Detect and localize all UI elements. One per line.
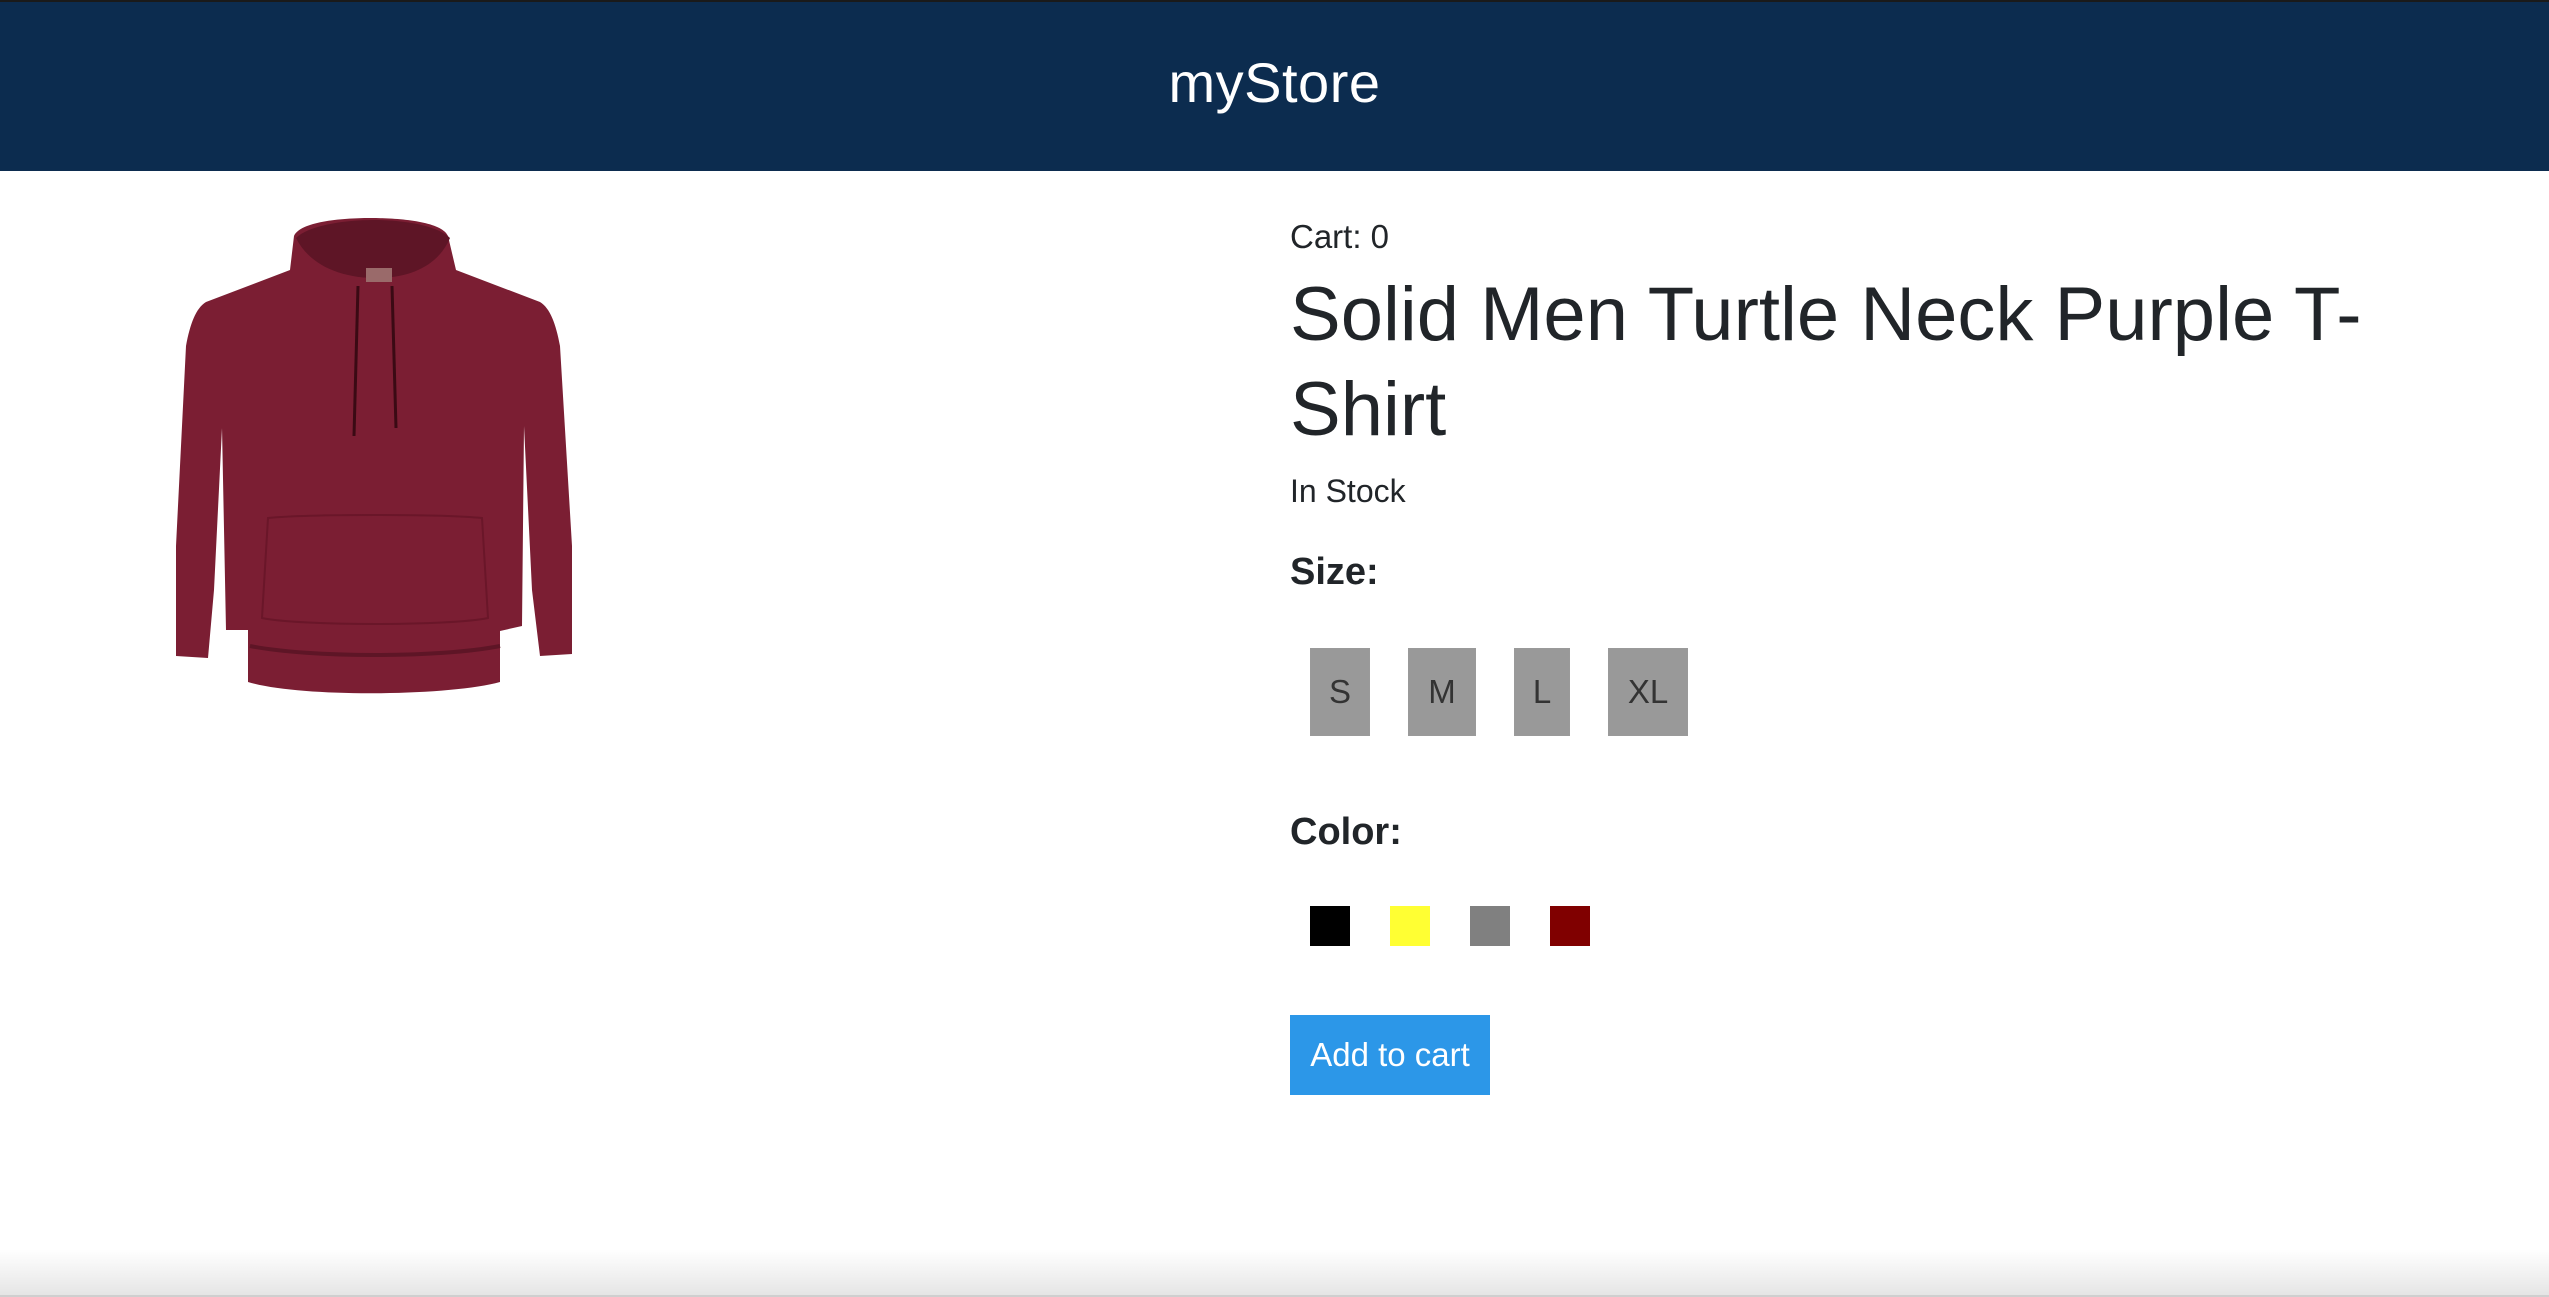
color-swatch-yellow[interactable] bbox=[1390, 906, 1430, 946]
size-label: Size: bbox=[1290, 551, 1379, 593]
color-swatch-gray[interactable] bbox=[1470, 906, 1510, 946]
color-options bbox=[1310, 905, 2390, 947]
store-brand[interactable]: myStore bbox=[1169, 50, 1381, 115]
hoodie-body-shape bbox=[176, 218, 572, 694]
add-to-cart-button[interactable]: Add to cart bbox=[1290, 1015, 1490, 1095]
top-navbar: myStore bbox=[0, 0, 2549, 171]
product-image bbox=[170, 206, 576, 706]
color-label: Color: bbox=[1290, 811, 1402, 853]
size-option-s[interactable]: S bbox=[1310, 648, 1370, 736]
window-bottom-edge bbox=[0, 1249, 2549, 1297]
hoodie-illustration bbox=[176, 218, 572, 694]
hoodie-tag bbox=[366, 268, 392, 282]
cart-count: Cart: 0 bbox=[1290, 218, 1390, 255]
color-swatch-maroon[interactable] bbox=[1550, 906, 1590, 946]
size-options: S M L XL bbox=[1310, 647, 2390, 737]
product-details: Cart: 0 Solid Men Turtle Neck Purple T-S… bbox=[1290, 215, 2390, 1095]
size-option-l[interactable]: L bbox=[1514, 648, 1570, 736]
stock-status: In Stock bbox=[1290, 473, 1406, 509]
color-swatch-black[interactable] bbox=[1310, 906, 1350, 946]
size-option-m[interactable]: M bbox=[1408, 648, 1476, 736]
product-title: Solid Men Turtle Neck Purple T-Shirt bbox=[1290, 272, 2362, 452]
product-page: myStore Cart: 0 Solid Men Turtle Neck Pu… bbox=[0, 0, 2549, 1297]
size-option-xl[interactable]: XL bbox=[1608, 648, 1688, 736]
